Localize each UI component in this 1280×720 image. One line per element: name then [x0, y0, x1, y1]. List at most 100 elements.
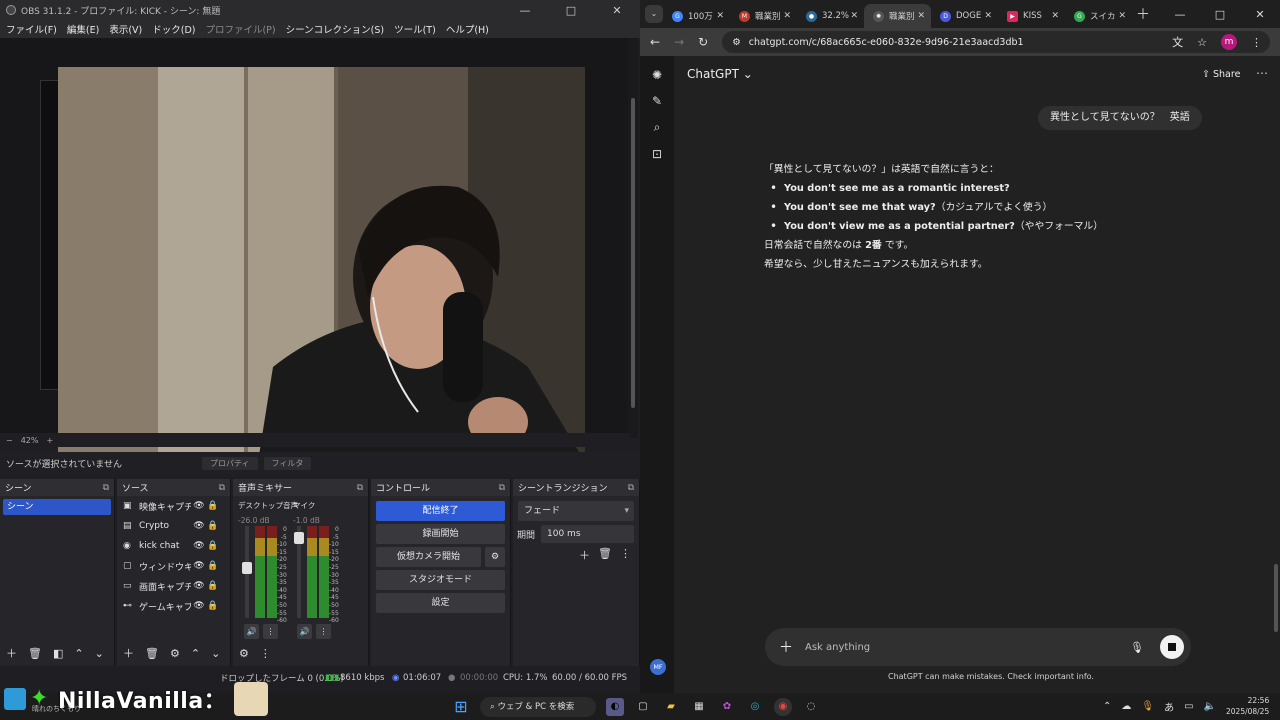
close-tab-icon[interactable]: ✕ — [716, 11, 724, 21]
menu-edit[interactable]: 編集(E) — [67, 22, 99, 36]
translate-icon[interactable]: ⽂ — [1172, 34, 1183, 50]
file-explorer-icon[interactable]: ▰ — [662, 698, 680, 716]
menu-dots-icon[interactable]: ⋮ — [316, 624, 331, 639]
tab-search-icon[interactable]: ⌄ — [645, 5, 663, 23]
lock-icon[interactable]: 🔒 — [207, 601, 219, 611]
lock-icon[interactable]: 🔒 — [207, 581, 219, 591]
speaker-icon[interactable]: 🔊 — [297, 624, 312, 639]
volume-fader[interactable] — [242, 526, 252, 618]
add-icon[interactable]: ＋ — [123, 645, 134, 661]
network-icon[interactable]: ▭ — [1184, 701, 1193, 712]
openai-logo-icon[interactable]: ✺ — [640, 68, 674, 82]
trash-icon[interactable]: 🗑 — [598, 547, 612, 563]
menu-dots-icon[interactable]: ⋮ — [263, 624, 278, 639]
eye-icon[interactable]: 👁 — [191, 581, 207, 591]
menu-help[interactable]: ヘルプ(H) — [446, 22, 489, 36]
studio-mode-button[interactable]: スタジオモード — [376, 570, 505, 590]
chevron-up-icon[interactable]: ⌃ — [1103, 701, 1111, 712]
close-tab-icon[interactable]: ✕ — [1118, 11, 1126, 21]
taskbar-search[interactable]: ⌕ ウェブ & PC を検索 — [480, 696, 596, 717]
filter-icon[interactable]: ◧ — [53, 647, 63, 660]
menu-scene-collection[interactable]: シーンコレクション(S) — [286, 22, 384, 36]
tab[interactable]: ▶ KISS ✕ — [998, 4, 1065, 28]
eye-icon[interactable]: 👁 — [191, 601, 207, 611]
up-icon[interactable]: ⌃ — [74, 647, 83, 660]
lock-icon[interactable]: 🔒 — [207, 561, 219, 571]
start-virtual-camera-button[interactable]: 仮想カメラ開始 — [376, 547, 481, 567]
close-tab-icon[interactable]: ✕ — [917, 11, 925, 21]
search-icon[interactable]: ⌕ — [640, 120, 674, 135]
trash-icon[interactable]: 🗑 — [28, 647, 42, 660]
widgets-icon[interactable]: ◐ — [606, 697, 624, 716]
volume-icon[interactable]: 🔈 — [1204, 701, 1216, 712]
filters-button[interactable]: フィルタ — [263, 456, 312, 470]
tab[interactable]: D DOGE ✕ — [931, 4, 998, 28]
task-view-icon[interactable]: ▢ — [634, 698, 652, 716]
attach-plus-icon[interactable]: ＋ — [779, 637, 793, 657]
mic-icon[interactable]: 🎙 — [1141, 701, 1154, 712]
store-icon[interactable]: ▦ — [690, 698, 708, 716]
library-icon[interactable]: ⊡ — [640, 147, 674, 161]
volume-fader[interactable] — [294, 526, 304, 618]
maximize-button[interactable]: □ — [1200, 8, 1240, 21]
new-tab-button[interactable]: ＋ — [1136, 4, 1150, 24]
profile-avatar[interactable]: m — [1221, 34, 1237, 50]
dock-float-icon[interactable]: ⧉ — [357, 483, 363, 493]
maximize-button[interactable]: □ — [548, 4, 594, 17]
model-selector[interactable]: ChatGPT ⌄ — [687, 67, 753, 81]
lock-icon[interactable]: 🔒 — [207, 501, 219, 511]
lock-icon[interactable]: 🔒 — [207, 541, 219, 551]
obs-icon[interactable]: ◌ — [802, 698, 820, 716]
close-tab-icon[interactable]: ✕ — [783, 11, 791, 21]
windows-start-icon[interactable]: ⊞ — [452, 697, 470, 716]
gear-icon[interactable]: ⚙ — [485, 547, 505, 567]
tab[interactable]: M 職業別 ✕ — [730, 4, 797, 28]
copilot-icon[interactable]: ✿ — [718, 698, 736, 716]
menu-tools[interactable]: ツール(T) — [394, 22, 436, 36]
down-icon[interactable]: ⌄ — [95, 647, 104, 660]
stop-streaming-button[interactable]: 配信終了 — [376, 501, 505, 521]
stop-button[interactable] — [1160, 635, 1184, 659]
bookmark-star-icon[interactable]: ☆ — [1197, 36, 1207, 49]
source-row[interactable]: ▭ 画面キャプチャ👁🔒 — [117, 576, 230, 596]
preview-scrollbar[interactable] — [628, 38, 638, 438]
tab[interactable]: G 100万 ✕ — [663, 4, 730, 28]
transition-select[interactable]: フェード — [518, 501, 634, 521]
new-chat-icon[interactable]: ✎ — [640, 94, 674, 108]
ime-icon[interactable]: あ — [1164, 699, 1174, 714]
back-icon[interactable]: ← — [650, 35, 660, 49]
composer[interactable]: ＋ Ask anything 🎙 — [765, 628, 1191, 666]
source-row[interactable]: ▤ Crypto 👁 🔒 — [117, 516, 230, 536]
mixer-settings-icon[interactable]: ⚙ — [239, 647, 249, 660]
dock-float-icon[interactable]: ⧉ — [628, 483, 634, 493]
more-options-icon[interactable]: ⋯ — [1256, 66, 1268, 80]
url-text[interactable]: chatgpt.com/c/68ac665c-e060-832e-9d96-21… — [749, 37, 1024, 48]
menu-dots-icon[interactable]: ⋮ — [620, 547, 631, 563]
zoom-out-button[interactable]: − — [6, 436, 13, 445]
add-icon[interactable]: ＋ — [579, 547, 590, 563]
dock-float-icon[interactable]: ⧉ — [499, 483, 505, 493]
page-scrollbar[interactable] — [1273, 56, 1279, 656]
down-icon[interactable]: ⌄ — [211, 647, 220, 660]
user-avatar[interactable]: MF — [650, 659, 666, 675]
gear-icon[interactable]: ⚙ — [170, 647, 180, 660]
tab-active[interactable]: ✺ 職業別 ✕ — [864, 4, 931, 28]
source-row[interactable]: ▣ 映像キャプチャ👁🔒 — [117, 496, 230, 516]
fader-knob[interactable] — [294, 532, 304, 544]
menu-dots-icon[interactable]: ⋮ — [260, 647, 271, 660]
close-tab-icon[interactable]: ✕ — [1051, 11, 1059, 21]
minimize-button[interactable]: — — [502, 4, 548, 17]
fader-knob[interactable] — [242, 562, 252, 574]
chrome-icon[interactable]: ◉ — [774, 697, 792, 716]
eye-icon[interactable]: 👁 — [191, 501, 207, 511]
eye-icon[interactable]: 👁 — [191, 541, 207, 551]
source-row[interactable]: ⊷ ゲームキャプチャ👁🔒 — [117, 596, 230, 616]
zoom-in-button[interactable]: + — [46, 436, 53, 445]
menu-view[interactable]: 表示(V) — [109, 22, 142, 36]
close-button[interactable]: ✕ — [594, 4, 640, 17]
menu-dots-icon[interactable]: ⋮ — [1251, 36, 1262, 49]
speaker-icon[interactable]: 🔊 — [244, 624, 259, 639]
tab[interactable]: ● 32.2% ✕ — [797, 4, 864, 28]
menu-dock[interactable]: ドック(D) — [152, 22, 195, 36]
microphone-icon[interactable]: 🎙 — [1130, 641, 1144, 654]
